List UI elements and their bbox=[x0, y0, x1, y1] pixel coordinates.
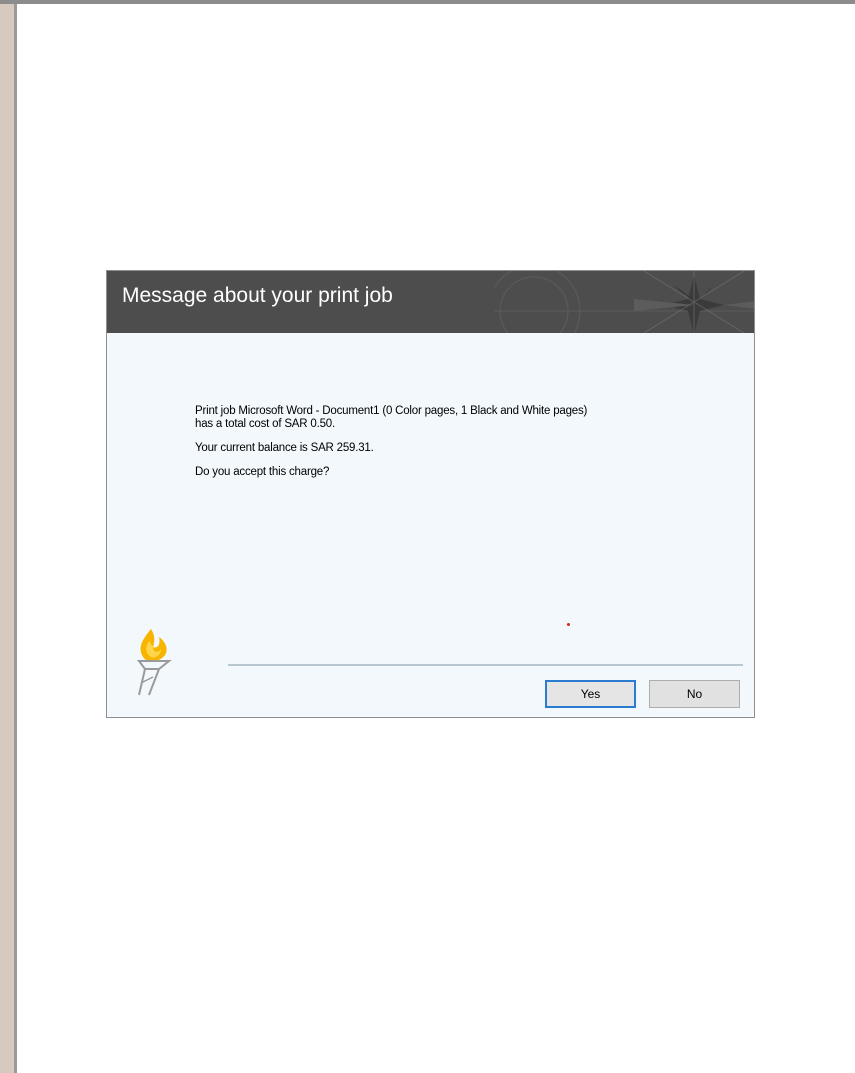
no-button[interactable]: No bbox=[649, 680, 740, 708]
yes-button[interactable]: Yes bbox=[545, 680, 636, 708]
dialog-header: Message about your print job bbox=[107, 271, 754, 333]
button-separator bbox=[228, 664, 743, 666]
accept-question: Do you accept this charge? bbox=[195, 466, 330, 478]
cost-message-line-2: has a total cost of SAR 0.50. bbox=[195, 418, 335, 430]
outer-frame: Message about your print job Print job M… bbox=[0, 0, 855, 1073]
cost-message: Print job Microsoft Word - Document1 (0 … bbox=[195, 405, 715, 431]
balance-message: Your current balance is SAR 259.31. bbox=[195, 442, 374, 454]
compass-rose-icon bbox=[494, 271, 754, 333]
dialog-message: Print job Microsoft Word - Document1 (0 … bbox=[195, 405, 715, 490]
dialog-title: Message about your print job bbox=[122, 284, 393, 307]
red-dot-marker bbox=[567, 623, 570, 626]
cost-message-line-1: Print job Microsoft Word - Document1 (0 … bbox=[195, 405, 588, 417]
print-job-dialog: Message about your print job Print job M… bbox=[106, 270, 755, 718]
torch-logo-icon bbox=[137, 629, 172, 696]
